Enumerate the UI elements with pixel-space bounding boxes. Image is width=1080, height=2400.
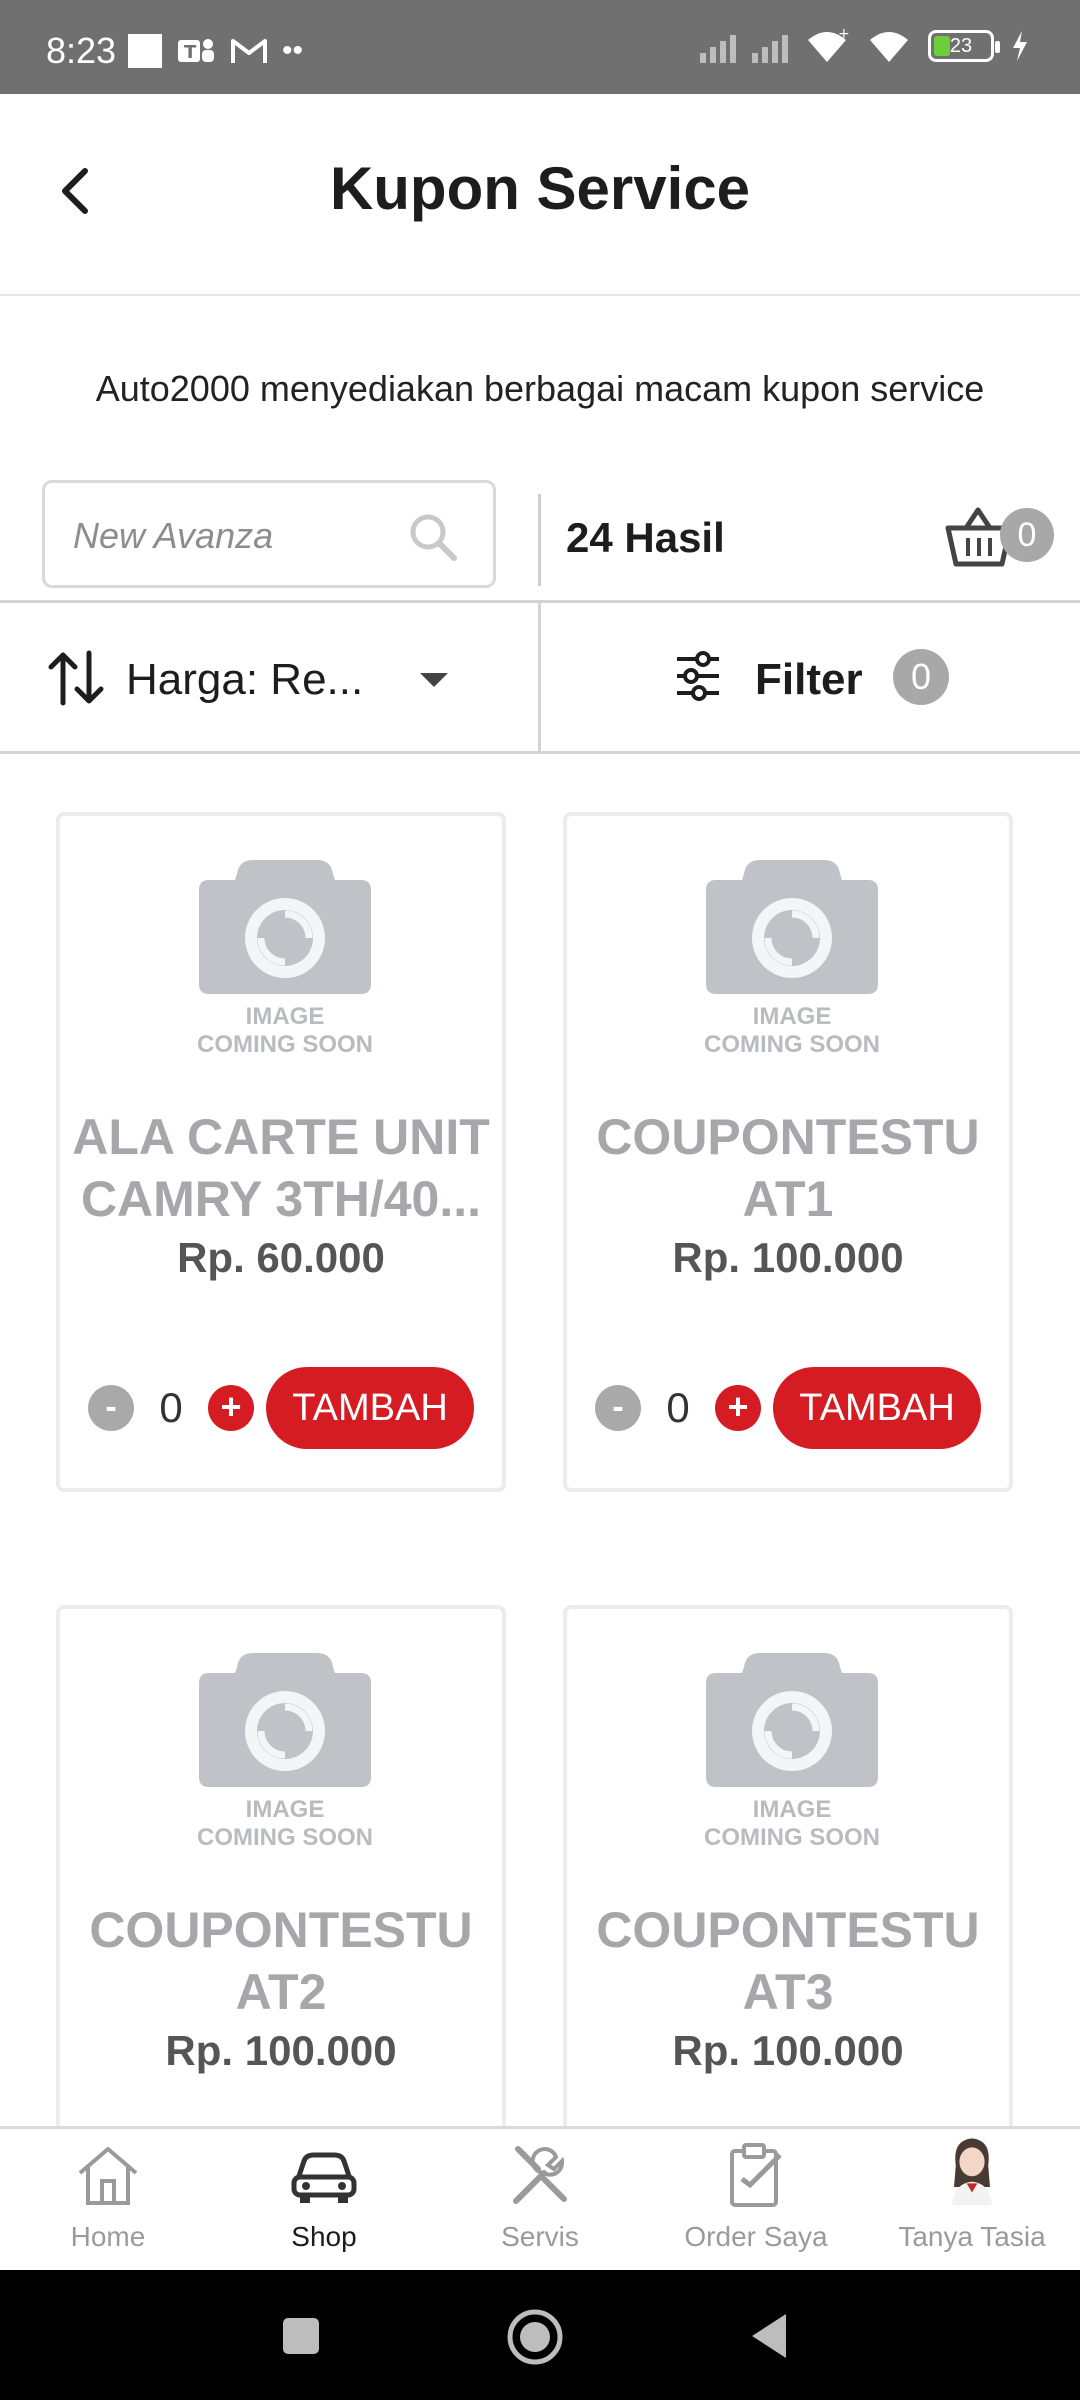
- more-notifications-icon: ••: [282, 34, 304, 67]
- svg-text:+: +: [838, 28, 850, 42]
- car-icon: [291, 2152, 357, 2203]
- wifi-plus-icon: +: [808, 28, 850, 62]
- caret-down-icon: [420, 673, 448, 687]
- product-price: Rp. 100.000: [672, 2027, 904, 2074]
- product-title: COUPONTESTU AT3: [577, 1899, 999, 2023]
- quantity-value: 0: [666, 1384, 690, 1431]
- add-to-cart-button[interactable]: TAMBAH: [266, 1367, 474, 1449]
- status-time: 8:23: [46, 30, 117, 71]
- signal-icon-2: [752, 29, 788, 63]
- product-title-line-1: ALA CARTE UNIT: [72, 1109, 490, 1165]
- page-title: Kupon Service: [329, 155, 751, 222]
- svg-text:COMING SOON: COMING SOON: [197, 1031, 373, 1058]
- svg-text:COMING SOON: COMING SOON: [704, 1031, 880, 1058]
- filter-button[interactable]: Filter 0: [541, 603, 1080, 751]
- filter-count-badge: 0: [893, 649, 949, 705]
- sort-filter-bar: Harga: Re... Filter 0: [0, 600, 1080, 754]
- signal-icon-1: [700, 29, 736, 63]
- svg-text:COMING SOON: COMING SOON: [197, 1824, 373, 1851]
- decrease-quantity-button[interactable]: -: [595, 1385, 641, 1431]
- nav-tanya-label: Tanya Tasia: [898, 2221, 1046, 2252]
- nav-shop-label: Shop: [291, 2221, 357, 2252]
- product-title-line-2: AT3: [742, 1964, 834, 2020]
- system-navigation-bar: [0, 2270, 1080, 2400]
- status-bar: 8:23 T •• + 23: [0, 0, 1080, 94]
- filter-sliders-icon: [677, 651, 719, 701]
- filter-label: Filter: [755, 655, 863, 704]
- charging-icon: [1013, 31, 1027, 61]
- sort-arrows-icon: [48, 650, 104, 706]
- image-coming-soon-icon: IMAGE COMING SOON: [704, 1653, 880, 1851]
- quantity-stepper: - 0 + TAMBAH: [88, 1366, 474, 1450]
- product-price: Rp. 60.000: [177, 1234, 385, 1281]
- product-title-line-2: CAMRY 3TH/40...: [80, 1171, 482, 1227]
- product-card[interactable]: IMAGE COMING SOON COUPONTESTU AT3 Rp. 10…: [563, 1605, 1013, 2242]
- nav-home[interactable]: Home: [0, 2129, 216, 2273]
- nav-home-label: Home: [70, 2221, 146, 2252]
- notification-square-icon: [128, 34, 162, 68]
- product-title: ALA CARTE UNIT CAMRY 3TH/40...: [70, 1106, 492, 1230]
- decrease-quantity-button[interactable]: -: [88, 1385, 134, 1431]
- image-coming-soon-icon: IMAGE COMING SOON: [197, 1653, 373, 1851]
- nav-order-label: Order Saya: [684, 2221, 828, 2252]
- product-price: Rp. 100.000: [672, 1234, 904, 1281]
- add-to-cart-button[interactable]: TAMBAH: [773, 1367, 981, 1449]
- nav-servis-label: Servis: [501, 2221, 579, 2252]
- home-button[interactable]: [506, 2308, 564, 2366]
- product-title-line-1: COUPONTESTU: [596, 1109, 980, 1165]
- home-icon: [78, 2147, 138, 2205]
- search-icon[interactable]: [407, 511, 459, 563]
- svg-text:IMAGE: IMAGE: [246, 1796, 325, 1823]
- product-title-line-1: COUPONTESTU: [596, 1902, 980, 1958]
- quantity-stepper: - 0 + TAMBAH: [595, 1366, 981, 1450]
- increase-quantity-button[interactable]: +: [715, 1385, 761, 1431]
- product-price: Rp. 100.000: [165, 2027, 397, 2074]
- svg-text:IMAGE: IMAGE: [753, 1796, 832, 1823]
- tools-icon: [513, 2146, 567, 2204]
- back-nav-button[interactable]: [750, 2312, 790, 2360]
- svg-text:COMING SOON: COMING SOON: [704, 1824, 880, 1851]
- nav-servis[interactable]: Servis: [432, 2129, 648, 2273]
- app-header: Kupon Service: [0, 94, 1080, 296]
- product-card[interactable]: IMAGE COMING SOON ALA CARTE UNIT CAMRY 3…: [56, 812, 506, 1492]
- product-title-line-1: COUPONTESTU: [89, 1902, 473, 1958]
- image-coming-soon-icon: IMAGE COMING SOON: [704, 860, 880, 1058]
- notification-icons: T ••: [128, 34, 303, 68]
- product-title: COUPONTESTU AT1: [577, 1106, 999, 1230]
- teams-icon: T: [178, 39, 214, 63]
- product-title-line-2: AT2: [235, 1964, 327, 2020]
- bottom-navigation: Home Shop Servis Order Saya Tanya Tasia: [0, 2126, 1080, 2270]
- assistant-avatar: [952, 2138, 992, 2205]
- search-input[interactable]: [73, 511, 403, 561]
- search-box[interactable]: [42, 480, 496, 588]
- nav-order-saya[interactable]: Order Saya: [648, 2129, 864, 2273]
- battery-icon: 23: [928, 30, 1000, 62]
- sort-dropdown[interactable]: Harga: Re...: [0, 603, 540, 751]
- svg-text:IMAGE: IMAGE: [753, 1003, 832, 1030]
- increase-quantity-button[interactable]: +: [208, 1385, 254, 1431]
- nav-shop[interactable]: Shop: [216, 2129, 432, 2273]
- wifi-icon: [870, 32, 908, 62]
- product-card[interactable]: IMAGE COMING SOON COUPONTESTU AT2 Rp. 10…: [56, 1605, 506, 2242]
- battery-level: 23: [949, 34, 973, 57]
- results-count: 24 Hasil: [566, 514, 725, 561]
- page-description: Auto2000 menyediakan berbagai macam kupo…: [95, 368, 985, 409]
- recents-button[interactable]: [281, 2316, 321, 2356]
- nav-tanya-tasia[interactable]: Tanya Tasia: [864, 2129, 1080, 2273]
- sort-label: Harga: Re...: [126, 655, 364, 704]
- cart-button[interactable]: 0: [944, 504, 1054, 574]
- product-title: COUPONTESTU AT2: [70, 1899, 492, 2023]
- product-card[interactable]: IMAGE COMING SOON COUPONTESTU AT1 Rp. 10…: [563, 812, 1013, 1492]
- svg-text:IMAGE: IMAGE: [246, 1003, 325, 1030]
- gmail-icon: [231, 39, 267, 63]
- cart-count-badge: 0: [1000, 508, 1054, 562]
- clipboard-icon: [730, 2143, 782, 2207]
- product-title-line-2: AT1: [742, 1171, 834, 1227]
- quantity-value: 0: [159, 1384, 183, 1431]
- svg-text:T: T: [184, 42, 197, 63]
- divider: [538, 494, 541, 586]
- image-coming-soon-icon: IMAGE COMING SOON: [197, 860, 373, 1058]
- system-status-icons: + 23: [700, 28, 1030, 64]
